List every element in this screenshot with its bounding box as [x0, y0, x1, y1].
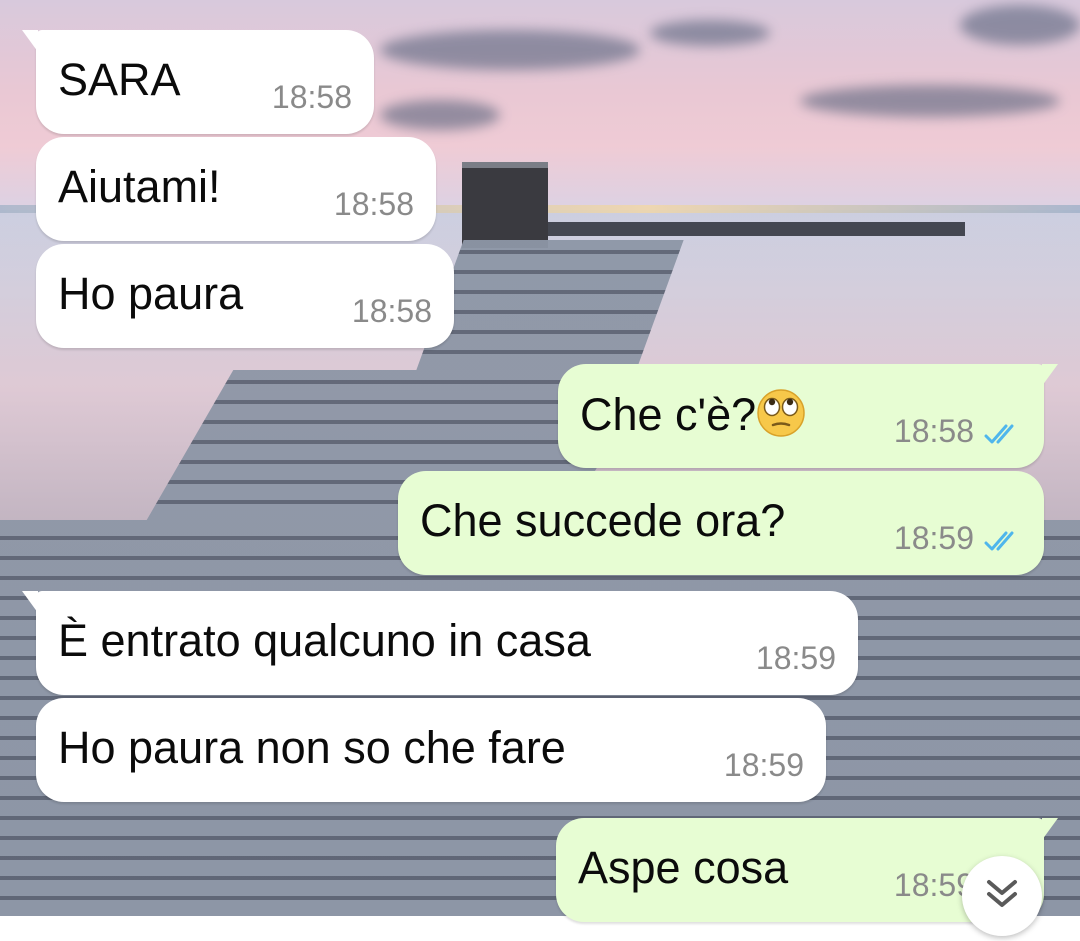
- bubble-tail: [22, 30, 38, 52]
- wallpaper-cloud: [650, 20, 770, 46]
- message-bubble-incoming[interactable]: Aiutami! 18:58: [36, 137, 436, 241]
- message-text: Ho paura non so che fare: [58, 722, 566, 773]
- message-bubble-incoming[interactable]: Ho paura non so che fare 18:59: [36, 698, 826, 802]
- message-text-row: Che c'è?: [580, 388, 806, 441]
- wallpaper-cloud: [960, 5, 1080, 45]
- message-bubble-incoming[interactable]: Ho paura 18:58: [36, 244, 454, 348]
- wallpaper-cloud: [380, 30, 640, 70]
- message-text: Aiutami!: [58, 161, 221, 212]
- message-text: È entrato qualcuno in casa: [58, 615, 591, 666]
- message-text: SARA: [58, 54, 181, 105]
- message-text: Ho paura: [58, 268, 244, 319]
- message-text: Che succede ora?: [420, 495, 786, 546]
- double-chevron-down-icon: [987, 880, 1017, 907]
- message-text: Che c'è?: [580, 389, 757, 440]
- double-check-read-icon: [984, 531, 1014, 551]
- scroll-to-bottom-button[interactable]: [962, 856, 1042, 936]
- message-time: 18:59: [893, 520, 974, 556]
- double-check-read-icon: [984, 424, 1014, 444]
- face-with-rolling-eyes-icon: [757, 389, 805, 437]
- message-time: 18:58: [351, 293, 432, 329]
- message-bubble-outgoing[interactable]: Che c'è? 18:58: [558, 364, 1058, 468]
- bubble-tail: [1042, 818, 1058, 840]
- wallpaper-far-pier: [540, 222, 965, 236]
- message-time: 18:59: [723, 747, 804, 783]
- wallpaper-cloud: [800, 85, 1060, 117]
- message-bubble-outgoing[interactable]: Che succede ora? 18:59: [398, 471, 1044, 575]
- message-time: 18:58: [271, 79, 352, 115]
- message-time: 18:58: [333, 186, 414, 222]
- message-time: 18:59: [755, 640, 836, 676]
- message-time: 18:58: [893, 413, 974, 449]
- message-text: Aspe cosa: [578, 842, 789, 893]
- bubble-tail: [1042, 364, 1058, 386]
- message-bubble-incoming[interactable]: È entrato qualcuno in casa 18:59: [22, 591, 858, 695]
- bubble-tail: [22, 591, 38, 613]
- wallpaper-cloud: [380, 100, 500, 130]
- message-bubble-incoming[interactable]: SARA 18:58: [22, 30, 374, 134]
- wallpaper-hut: [462, 162, 548, 248]
